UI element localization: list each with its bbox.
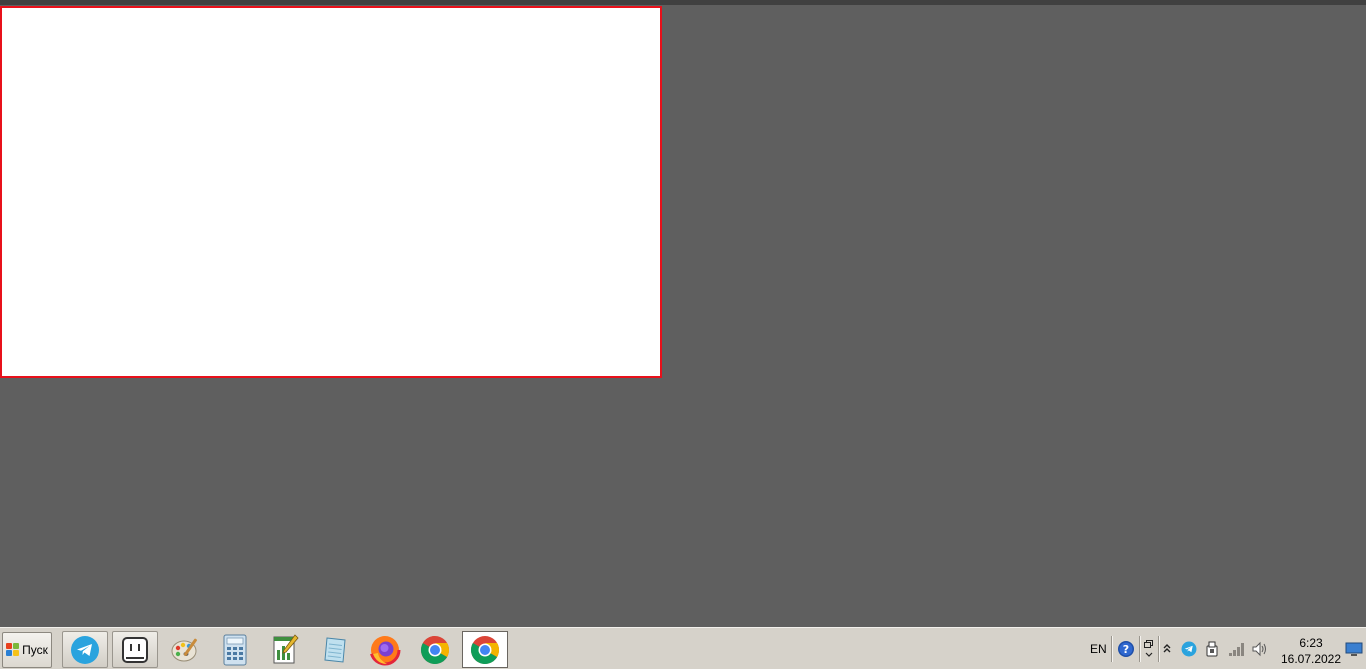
show-desktop-button[interactable] [1344, 638, 1364, 660]
telegram-icon [1181, 641, 1197, 657]
telegram-icon [71, 635, 99, 664]
restore-window-icon [1144, 640, 1153, 657]
blank-window[interactable] [0, 6, 662, 378]
firefox-icon [369, 634, 401, 665]
paint-palette-icon [171, 638, 197, 661]
taskbar-sheet-editor[interactable] [262, 631, 308, 668]
show-hidden-icons-button[interactable] [1161, 640, 1173, 658]
calculator-icon [223, 634, 247, 665]
taskbar: Пуск EN ? 6:23 16.07.2022 [0, 627, 1366, 669]
taskbar-chrome-active[interactable] [462, 631, 508, 668]
system-clock[interactable]: 6:23 16.07.2022 [1276, 635, 1346, 667]
usb-device-icon [1206, 641, 1218, 657]
svg-text:?: ? [1123, 643, 1129, 656]
desktop-monitor-icon [1345, 642, 1363, 656]
clock-time: 6:23 [1299, 636, 1323, 650]
chrome-icon [471, 635, 499, 664]
taskbar-calculator[interactable] [212, 631, 258, 668]
help-button[interactable]: ? [1117, 640, 1135, 658]
tray-separator [1111, 636, 1113, 662]
taskbar-paint[interactable] [162, 631, 208, 668]
chart-sheet-icon [273, 633, 299, 663]
taskbar-firefox[interactable] [362, 631, 408, 668]
speaker-icon [1252, 641, 1266, 657]
notepad-icon [324, 636, 346, 663]
double-chevron-up-icon [1163, 644, 1171, 653]
language-indicator[interactable]: EN [1090, 642, 1107, 656]
tray-volume[interactable] [1251, 640, 1269, 658]
start-button[interactable]: Пуск [2, 632, 52, 668]
language-options-button[interactable] [1142, 638, 1156, 660]
help-icon: ? [1118, 641, 1134, 657]
top-edge-bar [0, 0, 1366, 5]
taskbar-telegram[interactable] [62, 631, 108, 668]
tray-separator [1158, 636, 1160, 662]
windows-logo-icon [6, 643, 20, 657]
tray-separator [1139, 636, 1141, 662]
taskbar-chrome[interactable] [412, 631, 458, 668]
clock-date: 16.07.2022 [1280, 652, 1342, 666]
chrome-icon [421, 635, 449, 664]
tray-network[interactable] [1228, 640, 1246, 658]
taskbar-notepad[interactable] [312, 631, 358, 668]
start-label: Пуск [22, 643, 48, 657]
tray-telegram[interactable] [1180, 640, 1198, 658]
tray-usb-device[interactable] [1203, 640, 1221, 658]
taskbar-robot-app[interactable] [112, 631, 158, 668]
network-signal-icon [1229, 643, 1244, 656]
robot-face-icon [122, 636, 148, 663]
